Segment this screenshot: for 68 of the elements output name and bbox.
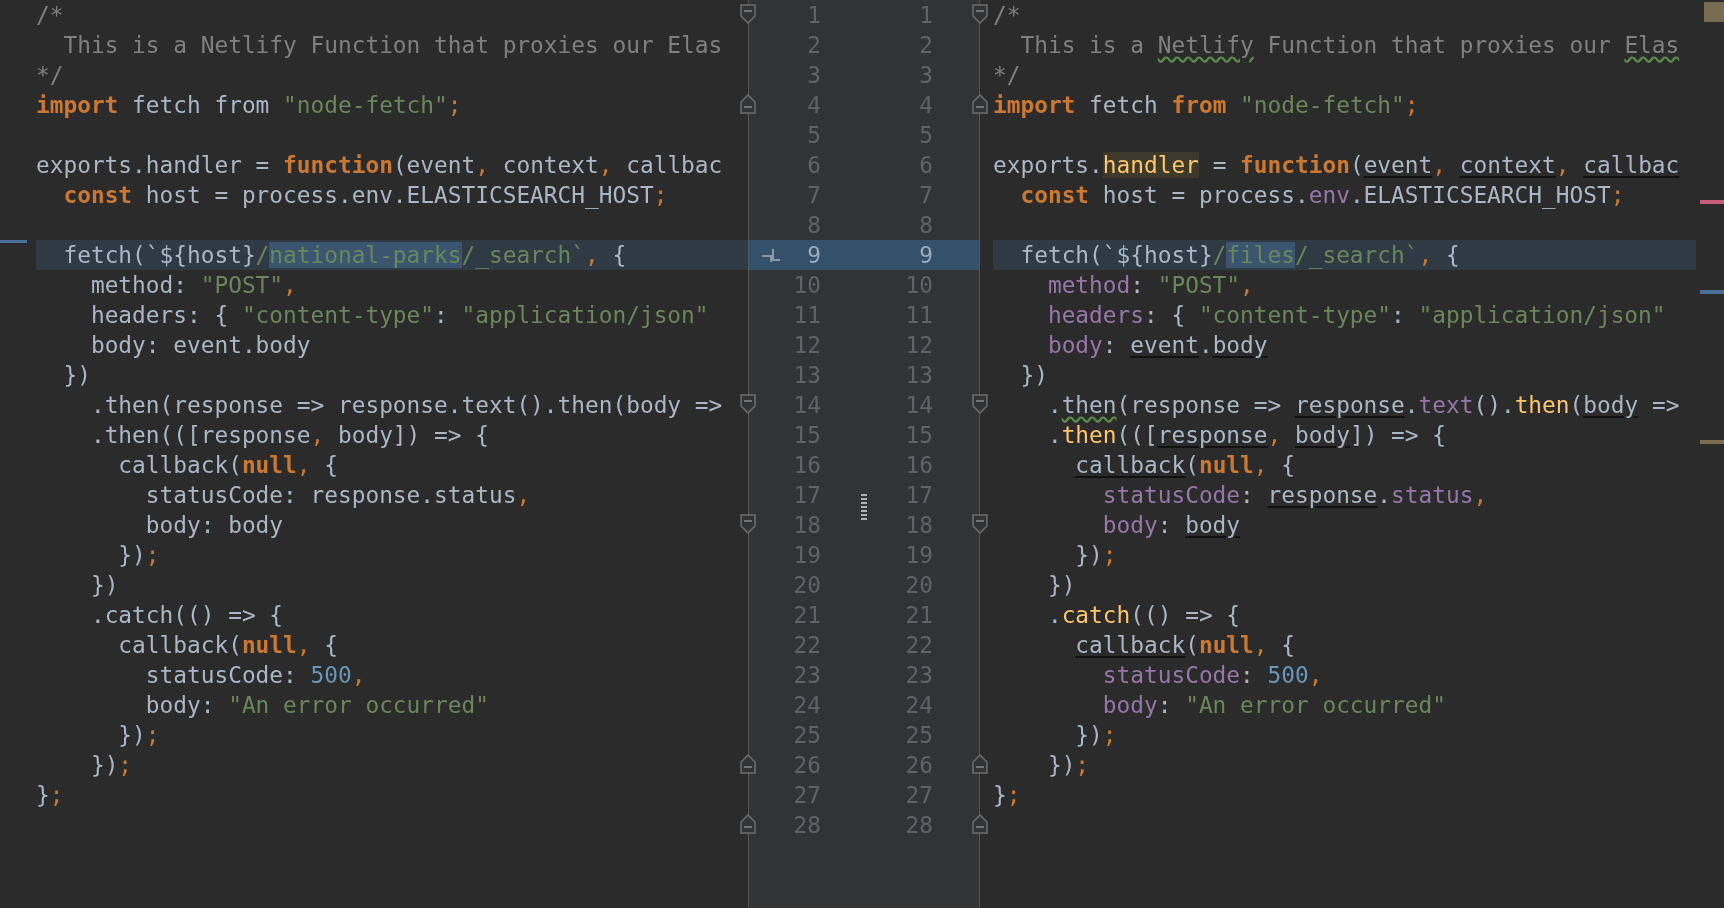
- fold-icon[interactable]: [971, 93, 989, 115]
- line-number: 9: [918, 241, 933, 270]
- code-line: };: [36, 781, 65, 810]
- code-line: };: [993, 781, 1022, 810]
- fold-icon[interactable]: [971, 813, 989, 835]
- code-line: .then(response => response.text().then(body =>: [1046, 391, 1681, 420]
- fold-icon[interactable]: [739, 93, 757, 115]
- fold-icon[interactable]: [971, 753, 989, 775]
- fold-icon[interactable]: [971, 3, 989, 25]
- code-line: This is a Netlify Function that proxies our Elas: [62, 31, 724, 60]
- code-line: import fetch from "node-fetch";: [993, 91, 1420, 120]
- scroll-marker[interactable]: [1700, 290, 1724, 294]
- code-line: body: body: [144, 511, 285, 540]
- fold-icon[interactable]: [739, 393, 757, 415]
- apply-change-icon[interactable]: [761, 247, 781, 263]
- code-line: });: [89, 751, 134, 780]
- fold-icon[interactable]: [971, 393, 989, 415]
- code-line: body: event.body: [89, 331, 312, 360]
- code-line: .then(response => response.text().then(body =>: [89, 391, 724, 420]
- fold-icon[interactable]: [971, 513, 989, 535]
- code-line: method: "POST",: [89, 271, 298, 300]
- code-line: body: event.body: [1046, 331, 1269, 360]
- code-line: */: [36, 61, 65, 90]
- code-line: }): [1019, 361, 1049, 390]
- code-line: .then(([response, body]) => {: [89, 421, 490, 450]
- fold-icon[interactable]: [739, 3, 757, 25]
- line-number: 9: [806, 241, 821, 270]
- code-line: headers: { "content-type": "application/json": [1046, 301, 1667, 330]
- scroll-marker[interactable]: [1700, 200, 1724, 204]
- fold-icon[interactable]: [739, 753, 757, 775]
- code-line: callback(null, {: [117, 451, 339, 480]
- splitter-grip-icon[interactable]: [861, 494, 867, 520]
- code-line: });: [1046, 751, 1091, 780]
- code-line: callback(null, {: [117, 631, 339, 660]
- code-line: callback(null, {: [1074, 631, 1296, 660]
- code-line: body: "An error occurred": [144, 691, 490, 720]
- change-marker: [0, 240, 27, 243]
- code-line: });: [1074, 721, 1118, 750]
- code-line: });: [1074, 541, 1118, 570]
- code-line: const host = process.env.ELASTICSEARCH_HOST;: [1019, 181, 1626, 210]
- code-line: method: "POST",: [1046, 271, 1255, 300]
- code-line: .catch(() => {: [1046, 601, 1242, 630]
- code-line: import fetch from "node-fetch";: [36, 91, 463, 120]
- code-line: statusCode: 500,: [1101, 661, 1324, 690]
- code-line: exports.handler = function(event, context, callbac: [993, 151, 1681, 180]
- code-line: callback(null, {: [1074, 451, 1296, 480]
- code-line: /*: [993, 1, 1022, 30]
- code-line: exports.handler = function(event, context, callbac: [36, 151, 724, 180]
- code-line: const host = process.env.ELASTICSEARCH_HOST;: [62, 181, 669, 210]
- code-line: body: "An error occurred": [1101, 691, 1447, 720]
- code-line: .catch(() => {: [89, 601, 285, 630]
- code-line: .then(([response, body]) => {: [1046, 421, 1447, 450]
- fold-icon[interactable]: [739, 513, 757, 535]
- code-line: });: [117, 541, 161, 570]
- code-line: */: [993, 61, 1022, 90]
- code-line: This is a Netlify Function that proxies our Elas: [1019, 31, 1681, 60]
- code-line: }): [62, 361, 92, 390]
- code-line: });: [117, 721, 161, 750]
- code-line: body: body: [1101, 511, 1242, 540]
- code-line: statusCode: response.status,: [144, 481, 532, 510]
- code-line: }): [89, 571, 120, 600]
- fold-icon[interactable]: [739, 813, 757, 835]
- code-line: statusCode: response.status,: [1101, 481, 1489, 510]
- scroll-marker[interactable]: [1700, 440, 1724, 444]
- code-line: statusCode: 500,: [144, 661, 367, 690]
- code-line: headers: { "content-type": "application/json": [89, 301, 710, 330]
- code-line: }): [1046, 571, 1077, 600]
- code-line: /*: [36, 1, 65, 30]
